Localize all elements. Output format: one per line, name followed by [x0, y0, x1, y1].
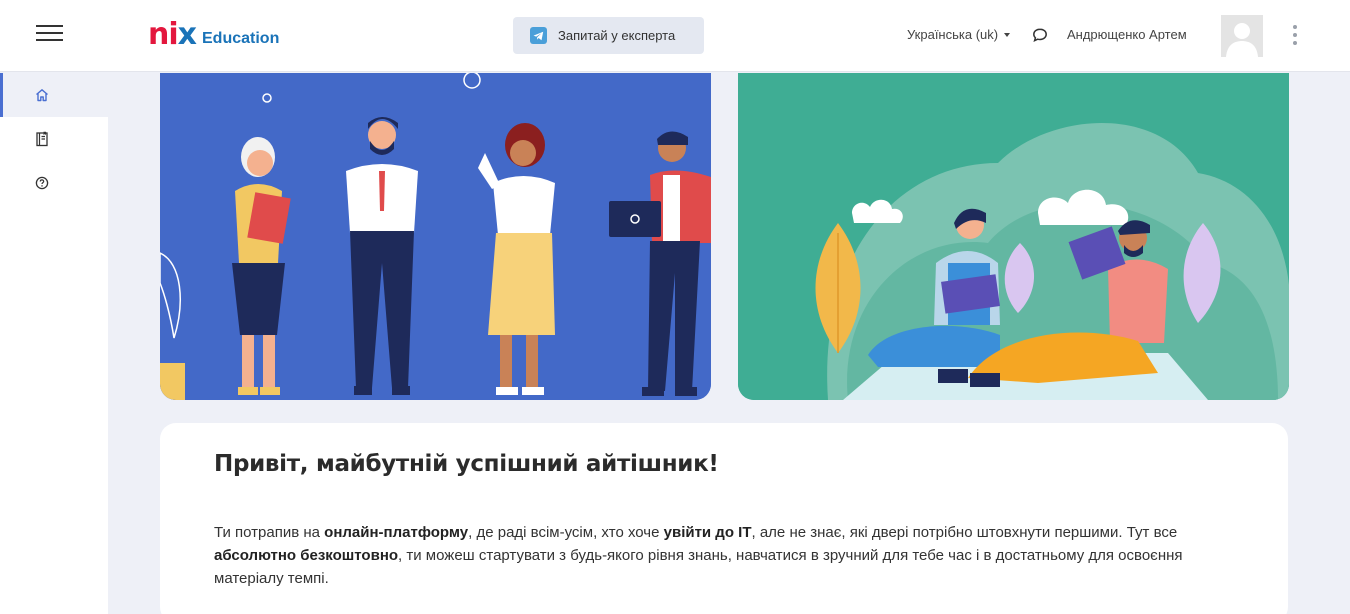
- book-icon: [36, 131, 48, 147]
- home-icon: [36, 89, 48, 102]
- language-selector[interactable]: Українська (uk): [907, 27, 1011, 42]
- more-options-icon[interactable]: [1288, 25, 1302, 45]
- welcome-text: Ти потрапив на онлайн-платформу, де раді…: [214, 521, 1244, 590]
- welcome-text-bold: абсолютно безкоштовно: [214, 547, 399, 564]
- chevron-down-icon: [1004, 32, 1011, 37]
- language-label: Українська (uk): [907, 27, 999, 42]
- ask-expert-label: Запитай у експерта: [558, 28, 676, 43]
- welcome-text-part: Ти потрапив на: [214, 524, 325, 541]
- welcome-text-bold: увійти до IT: [663, 524, 752, 541]
- sidebar-item-help[interactable]: [0, 161, 108, 205]
- sidebar-item-home[interactable]: [0, 73, 108, 117]
- telegram-icon: [530, 27, 547, 44]
- top-navbar: nix Education Запитай у експерта Українс…: [0, 0, 1350, 72]
- welcome-title: Привіт, майбутній успішний айтішник!: [214, 451, 719, 477]
- welcome-text-bold: онлайн-платформу: [324, 524, 469, 541]
- welcome-card: Привіт, майбутній успішний айтішник! Ти …: [160, 423, 1288, 614]
- reading-illustration-banner: [738, 73, 1289, 400]
- logo-product: Education: [202, 30, 280, 47]
- sidebar-item-courses[interactable]: [0, 117, 108, 161]
- sidebar: [0, 73, 108, 614]
- menu-toggle-icon[interactable]: [36, 25, 63, 45]
- ask-expert-button[interactable]: Запитай у експерта: [513, 17, 704, 54]
- question-icon: [35, 176, 49, 190]
- avatar[interactable]: [1221, 15, 1263, 57]
- team-illustration-banner: [160, 73, 711, 400]
- welcome-text-part: , де раді всім-усім, хто хоче: [468, 524, 664, 541]
- user-name[interactable]: Андрющенко Артем: [1067, 27, 1187, 42]
- logo-brand: nix: [148, 17, 197, 52]
- chat-bubble-icon[interactable]: [1032, 27, 1048, 43]
- nix-education-logo[interactable]: nix Education: [148, 17, 280, 52]
- welcome-text-part: , але не знає, які двері потрібно штовхн…: [751, 524, 1178, 541]
